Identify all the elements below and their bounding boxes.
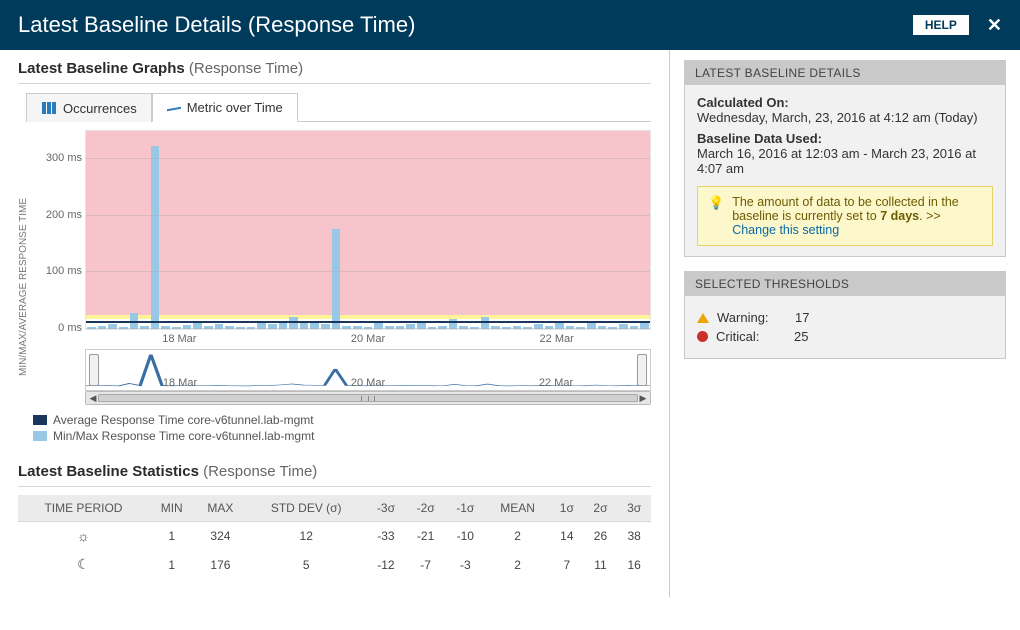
- stats-cell: -10: [445, 522, 485, 551]
- bars-icon: [42, 102, 56, 114]
- stats-cell: -7: [406, 550, 446, 579]
- stats-col-header: -1σ: [445, 495, 485, 522]
- critical-icon: [697, 331, 708, 342]
- stats-cell: -21: [406, 522, 446, 551]
- stats-col-header: -2σ: [406, 495, 446, 522]
- stats-cell: 16: [617, 550, 651, 579]
- help-button[interactable]: HELP: [913, 15, 969, 35]
- warning-label: Warning:: [717, 310, 787, 325]
- legend-minmax: Min/Max Response Time core-v6tunnel.lab-…: [53, 429, 314, 443]
- stats-cell: 14: [550, 522, 584, 551]
- chart-ylabel: MIN/MAX/AVERAGE RESPONSE TIME: [18, 130, 29, 445]
- stats-cell: 1: [149, 550, 195, 579]
- stats-col-header: STD DEV (σ): [246, 495, 366, 522]
- lightbulb-icon: 💡: [708, 195, 724, 237]
- graphs-title-bold: Latest Baseline Graphs: [18, 60, 185, 77]
- stats-cell: 1: [149, 522, 195, 551]
- legend-swatch-minmax: [33, 431, 47, 441]
- stats-col-header: 2σ: [584, 495, 618, 522]
- thresholds-panel: SELECTED THRESHOLDS Warning: 17 Critical…: [684, 271, 1006, 359]
- warning-icon: [697, 313, 709, 323]
- mini-chart-scrollbar[interactable]: ◀ ▶: [85, 391, 651, 405]
- baseline-tip-box: 💡 The amount of data to be collected in …: [697, 186, 993, 246]
- stats-cell: 11: [584, 550, 618, 579]
- chart-xaxis: 18 Mar20 Mar22 Mar: [85, 330, 651, 345]
- chart-average-line: [86, 321, 650, 323]
- stats-cell: 12: [246, 522, 366, 551]
- table-row: ☼132412-33-21-102142638: [18, 522, 651, 551]
- stats-col-header: -3σ: [366, 495, 406, 522]
- table-row: ☾11765-12-7-3271116: [18, 550, 651, 579]
- stats-col-header: MIN: [149, 495, 195, 522]
- stats-cell: -33: [366, 522, 406, 551]
- stats-col-header: TIME PERIOD: [18, 495, 149, 522]
- mini-chart-xaxis: 18 Mar20 Mar22 Mar: [86, 377, 650, 389]
- stats-cell: 2: [485, 550, 550, 579]
- chart-bar: [151, 146, 160, 329]
- calculated-on-value: Wednesday, March, 23, 2016 at 4:12 am (T…: [697, 110, 993, 125]
- legend-average: Average Response Time core-v6tunnel.lab-…: [53, 413, 314, 427]
- chart-legend: Average Response Time core-v6tunnel.lab-…: [33, 413, 651, 443]
- stats-col-header: MEAN: [485, 495, 550, 522]
- stats-cell: 324: [195, 522, 247, 551]
- tip-link-prefix: >>: [926, 209, 941, 223]
- calculated-on-label: Calculated On:: [697, 95, 993, 110]
- stats-col-header: 1σ: [550, 495, 584, 522]
- stats-cell: -3: [445, 550, 485, 579]
- scroll-left-icon[interactable]: ◀: [88, 393, 98, 403]
- tab-metric-over-time[interactable]: Metric over Time: [152, 93, 298, 122]
- tip-text-bold: 7 days: [880, 209, 919, 223]
- moon-icon: ☾: [18, 550, 149, 579]
- modal-header: Latest Baseline Details (Response Time) …: [0, 0, 1020, 50]
- graphs-section-title: Latest Baseline Graphs (Response Time): [18, 60, 651, 77]
- details-panel: LATEST BASELINE DETAILS Calculated On: W…: [684, 60, 1006, 257]
- baseline-data-used-label: Baseline Data Used:: [697, 131, 993, 146]
- mini-chart[interactable]: 18 Mar20 Mar22 Mar: [85, 349, 651, 391]
- scroll-thumb[interactable]: [98, 394, 638, 402]
- stats-title-paren: (Response Time): [203, 463, 317, 480]
- stats-cell: 5: [246, 550, 366, 579]
- thresholds-panel-heading: SELECTED THRESHOLDS: [685, 272, 1005, 296]
- details-panel-heading: LATEST BASELINE DETAILS: [685, 61, 1005, 85]
- stats-col-header: 3σ: [617, 495, 651, 522]
- range-handle-left[interactable]: [89, 354, 99, 386]
- sun-icon: ☼: [18, 522, 149, 551]
- stats-cell: 7: [550, 550, 584, 579]
- stats-section-title: Latest Baseline Statistics (Response Tim…: [18, 463, 651, 480]
- tab-metric-over-time-label: Metric over Time: [187, 100, 283, 115]
- chart-bar: [332, 229, 341, 329]
- tab-occurrences-label: Occurrences: [63, 101, 137, 116]
- stats-cell: 2: [485, 522, 550, 551]
- modal-title: Latest Baseline Details (Response Time): [18, 12, 415, 38]
- tab-occurrences[interactable]: Occurrences: [26, 93, 152, 122]
- scroll-right-icon[interactable]: ▶: [638, 393, 648, 403]
- chart-plot: 0 ms100 ms200 ms300 ms: [85, 130, 651, 330]
- stats-title-bold: Latest Baseline Statistics: [18, 463, 199, 480]
- range-handle-right[interactable]: [637, 354, 647, 386]
- stats-header-row: TIME PERIODMINMAXSTD DEV (σ)-3σ-2σ-1σMEA…: [18, 495, 651, 522]
- stats-cell: 38: [617, 522, 651, 551]
- stats-cell: 176: [195, 550, 247, 579]
- graph-tabs: Occurrences Metric over Time: [26, 92, 651, 122]
- change-setting-link[interactable]: Change this setting: [732, 223, 839, 237]
- critical-value: 25: [794, 329, 808, 344]
- chart-bars: [86, 131, 650, 329]
- legend-swatch-average: [33, 415, 47, 425]
- baseline-data-used-value: March 16, 2016 at 12:03 am - March 23, 2…: [697, 146, 993, 176]
- close-icon[interactable]: ✕: [987, 15, 1002, 36]
- graphs-title-paren: (Response Time): [189, 60, 303, 77]
- critical-label: Critical:: [716, 329, 786, 344]
- line-icon: [167, 102, 181, 114]
- stats-cell: 26: [584, 522, 618, 551]
- stats-col-header: MAX: [195, 495, 247, 522]
- warning-value: 17: [795, 310, 809, 325]
- stats-cell: -12: [366, 550, 406, 579]
- stats-table: TIME PERIODMINMAXSTD DEV (σ)-3σ-2σ-1σMEA…: [18, 495, 651, 579]
